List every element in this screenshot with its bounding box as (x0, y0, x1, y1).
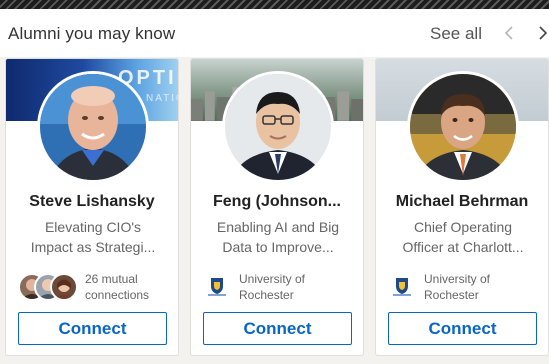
profile-name[interactable]: Michael Behrman (376, 193, 548, 211)
chevron-left-icon[interactable] (499, 20, 519, 46)
see-all-link[interactable]: See all (430, 24, 482, 44)
school-info[interactable]: University of Rochester (388, 271, 542, 303)
mutual-connections[interactable]: 26 mutual connections (18, 271, 172, 303)
profile-headline: Elevating CIO's Impact as Strategi... (30, 219, 156, 255)
banner-subtext: NATIO (146, 93, 178, 104)
university-shield-icon (205, 277, 229, 297)
chevron-right-icon[interactable] (533, 20, 549, 46)
profile-headline: Enabling AI and Big Data to Improve... (216, 219, 340, 255)
mutual-avatar (50, 273, 78, 301)
profile-name[interactable]: Feng (Johnson... (191, 193, 363, 211)
section-header: Alumni you may know See all (0, 9, 549, 57)
top-stripe (0, 0, 549, 9)
profile-name[interactable]: Steve Lishansky (6, 193, 178, 211)
avatar[interactable] (37, 71, 149, 183)
profile-card: Michael Behrman Chief Operating Officer … (375, 58, 549, 356)
school-name: University of Rochester (424, 272, 491, 302)
profile-card: OPTIMI NATIO Steve Lishansky Elevating C… (5, 58, 179, 356)
connect-button[interactable]: Connect (203, 312, 352, 345)
connect-button[interactable]: Connect (388, 312, 537, 345)
avatar[interactable] (222, 71, 334, 183)
university-shield-icon (390, 277, 414, 297)
connect-button[interactable]: Connect (18, 312, 167, 345)
mutual-avatars (18, 271, 80, 303)
avatar[interactable] (407, 71, 519, 183)
school-info[interactable]: University of Rochester (203, 271, 357, 303)
profile-card: Feng (Johnson... Enabling AI and Big Dat… (190, 58, 364, 356)
mutual-connections-text: 26 mutual connections (85, 272, 150, 302)
school-name: University of Rochester (239, 272, 306, 302)
profile-headline: Chief Operating Officer at Charlott... (402, 219, 524, 255)
section-title: Alumni you may know (8, 24, 176, 43)
